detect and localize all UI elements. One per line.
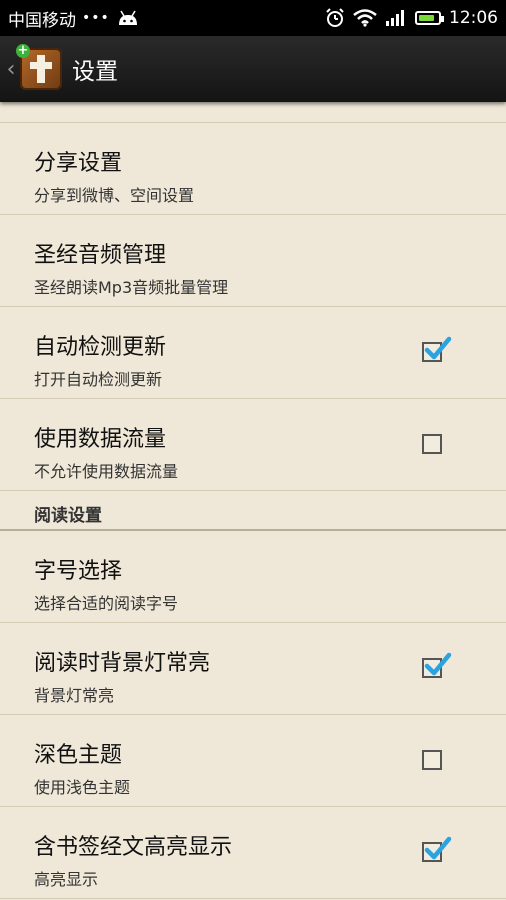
setting-subtitle: 打开自动检测更新 <box>34 370 163 389</box>
setting-subtitle: 圣经朗读Mp3音频批量管理 <box>34 278 229 297</box>
action-bar: ‹ + 设置 <box>0 36 506 102</box>
keep-screen-on-checkbox[interactable] <box>422 652 452 678</box>
setting-title: 含书签经文高亮显示 <box>34 835 233 860</box>
setting-subtitle: 分享到微博、空间设置 <box>34 186 195 205</box>
setting-font-size[interactable]: 字号选择 选择合适的阅读字号 <box>0 531 506 623</box>
setting-subtitle: 不允许使用数据流量 <box>34 462 179 481</box>
reading-section-header: 阅读设置 <box>0 491 506 531</box>
bible-app-icon[interactable]: + <box>16 44 62 90</box>
page-title: 设置 <box>72 59 118 85</box>
clock: 12:06 <box>449 8 498 28</box>
setting-bookmark-highlight[interactable]: 含书签经文高亮显示 高亮显示 <box>0 807 506 899</box>
wifi-icon <box>353 9 377 27</box>
checkmark-icon <box>424 836 452 860</box>
setting-title: 圣经音频管理 <box>34 243 167 268</box>
status-bar: 中国移动 ••• 12:06 <box>0 0 506 36</box>
setting-subtitle: 背景灯常亮 <box>34 686 115 705</box>
checkmark-icon <box>424 652 452 676</box>
setting-audio-management[interactable]: 圣经音频管理 圣经朗读Mp3音频批量管理 <box>0 215 506 307</box>
partially-scrolled-row <box>0 102 506 123</box>
section-title: 阅读设置 <box>34 506 102 526</box>
setting-auto-update[interactable]: 自动检测更新 打开自动检测更新 <box>0 307 506 399</box>
notification-dots: ••• <box>82 10 110 26</box>
carrier-label: 中国移动 <box>8 10 76 31</box>
battery-icon <box>415 11 444 25</box>
setting-subtitle: 高亮显示 <box>34 870 99 889</box>
android-icon <box>118 10 137 25</box>
setting-keep-screen-on[interactable]: 阅读时背景灯常亮 背景灯常亮 <box>0 623 506 715</box>
checkmark-icon <box>424 336 452 360</box>
setting-mobile-data[interactable]: 使用数据流量 不允许使用数据流量 <box>0 399 506 491</box>
setting-title: 深色主题 <box>34 743 123 768</box>
bookmark-highlight-checkbox[interactable] <box>422 836 452 862</box>
setting-dark-theme[interactable]: 深色主题 使用浅色主题 <box>0 715 506 807</box>
mobile-data-checkbox[interactable] <box>422 434 442 454</box>
setting-title: 使用数据流量 <box>34 427 167 452</box>
dark-theme-checkbox[interactable] <box>422 750 442 770</box>
setting-title: 字号选择 <box>34 559 123 584</box>
setting-title: 分享设置 <box>34 151 123 176</box>
setting-title: 阅读时背景灯常亮 <box>34 651 211 676</box>
signal-icon <box>386 10 404 26</box>
settings-list: 分享设置 分享到微博、空间设置 圣经音频管理 圣经朗读Mp3音频批量管理 自动检… <box>0 102 506 900</box>
setting-title: 自动检测更新 <box>34 335 167 360</box>
alarm-icon <box>326 8 344 27</box>
setting-share[interactable]: 分享设置 分享到微博、空间设置 <box>0 123 506 215</box>
setting-subtitle: 选择合适的阅读字号 <box>34 594 179 613</box>
auto-update-checkbox[interactable] <box>422 336 452 362</box>
setting-subtitle: 使用浅色主题 <box>34 778 131 797</box>
back-chevron-icon[interactable]: ‹ <box>2 57 20 82</box>
